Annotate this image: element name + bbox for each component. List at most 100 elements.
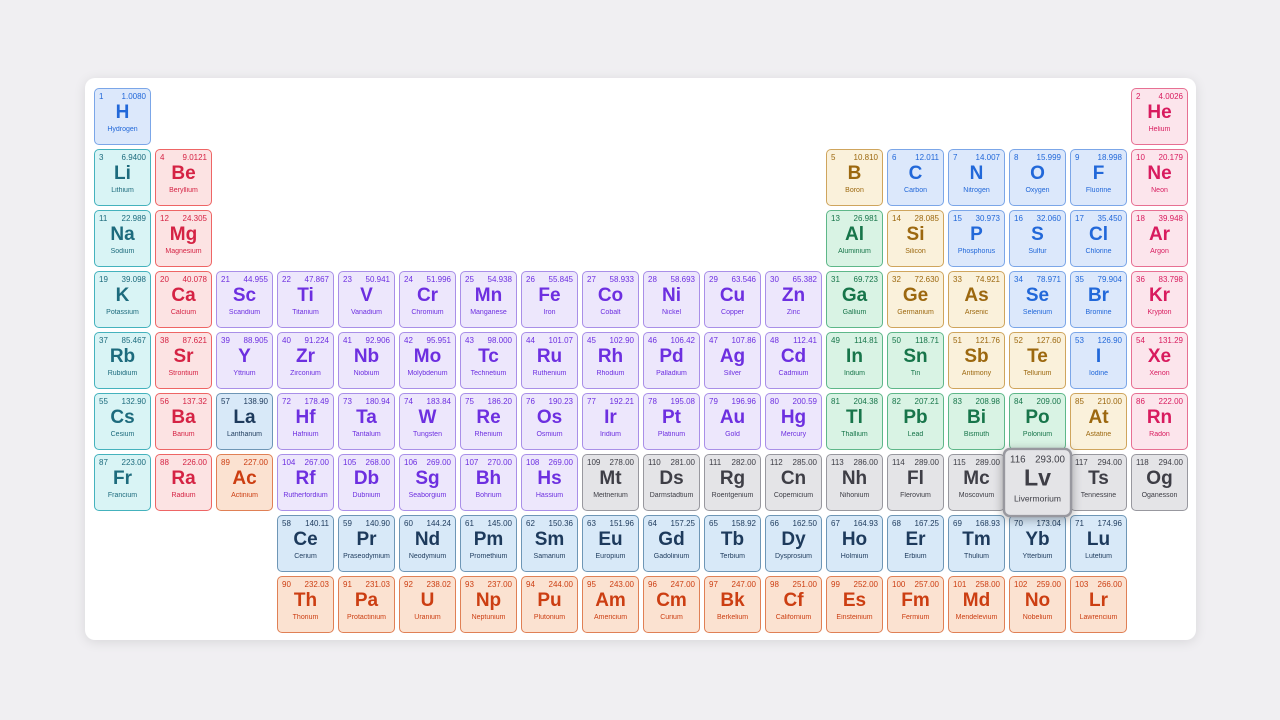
element-cell-ge[interactable]: 3272.630GeGermanium bbox=[887, 271, 944, 328]
element-cell-al[interactable]: 1326.981AlAluminium bbox=[826, 210, 883, 267]
element-cell-n[interactable]: 714.007NNitrogen bbox=[948, 149, 1005, 206]
element-cell-re[interactable]: 75186.20ReRhenium bbox=[460, 393, 517, 450]
element-cell-mo[interactable]: 4295.951MoMolybdenum bbox=[399, 332, 456, 389]
element-cell-og[interactable]: 118294.00OgOganesson bbox=[1131, 454, 1188, 511]
element-cell-mn[interactable]: 2554.938MnManganese bbox=[460, 271, 517, 328]
element-cell-rn[interactable]: 86222.00RnRadon bbox=[1131, 393, 1188, 450]
element-cell-hs[interactable]: 108269.00HsHassium bbox=[521, 454, 578, 511]
element-cell-es[interactable]: 99252.00EsEinsteinium bbox=[826, 576, 883, 633]
element-cell-nb[interactable]: 4192.906NbNiobium bbox=[338, 332, 395, 389]
element-cell-ne[interactable]: 1020.179NeNeon bbox=[1131, 149, 1188, 206]
element-cell-hg[interactable]: 80200.59HgMercury bbox=[765, 393, 822, 450]
element-cell-nd[interactable]: 60144.24NdNeodymium bbox=[399, 515, 456, 572]
element-cell-ac[interactable]: 89227.00AcActinium bbox=[216, 454, 273, 511]
element-cell-nh[interactable]: 113286.00NhNihonium bbox=[826, 454, 883, 511]
element-cell-am[interactable]: 95243.00AmAmericium bbox=[582, 576, 639, 633]
element-cell-no[interactable]: 102259.00NoNobelium bbox=[1009, 576, 1066, 633]
element-cell-sm[interactable]: 62150.36SmSamarium bbox=[521, 515, 578, 572]
element-cell-hf[interactable]: 72178.49HfHafnium bbox=[277, 393, 334, 450]
element-cell-os[interactable]: 76190.23OsOsmium bbox=[521, 393, 578, 450]
element-cell-s[interactable]: 1632.060SSulfur bbox=[1009, 210, 1066, 267]
element-cell-ho[interactable]: 67164.93HoHolmium bbox=[826, 515, 883, 572]
element-cell-rb[interactable]: 3785.467RbRubidium bbox=[94, 332, 151, 389]
element-cell-kr[interactable]: 3683.798KrKrypton bbox=[1131, 271, 1188, 328]
element-cell-zn[interactable]: 3065.382ZnZinc bbox=[765, 271, 822, 328]
element-cell-dy[interactable]: 66162.50DyDysprosium bbox=[765, 515, 822, 572]
element-cell-lv[interactable]: 116293.00LvLivermorium bbox=[1003, 448, 1073, 518]
element-cell-ga[interactable]: 3169.723GaGallium bbox=[826, 271, 883, 328]
element-cell-cr[interactable]: 2451.996CrChromium bbox=[399, 271, 456, 328]
element-cell-pa[interactable]: 91231.03PaProtactinium bbox=[338, 576, 395, 633]
element-cell-ni[interactable]: 2858.693NiNickel bbox=[643, 271, 700, 328]
element-cell-pd[interactable]: 46106.42PdPalladium bbox=[643, 332, 700, 389]
element-cell-tl[interactable]: 81204.38TlThallium bbox=[826, 393, 883, 450]
element-cell-cn[interactable]: 112285.00CnCopernicium bbox=[765, 454, 822, 511]
element-cell-mt[interactable]: 109278.00MtMeitnerium bbox=[582, 454, 639, 511]
element-cell-pt[interactable]: 78195.08PtPlatinum bbox=[643, 393, 700, 450]
element-cell-he[interactable]: 24.0026HeHelium bbox=[1131, 88, 1188, 145]
element-cell-ba[interactable]: 56137.32BaBarium bbox=[155, 393, 212, 450]
element-cell-md[interactable]: 101258.00MdMendelevium bbox=[948, 576, 1005, 633]
element-cell-eu[interactable]: 63151.96EuEuropium bbox=[582, 515, 639, 572]
element-cell-bi[interactable]: 83208.98BiBismuth bbox=[948, 393, 1005, 450]
element-cell-bh[interactable]: 107270.00BhBohrium bbox=[460, 454, 517, 511]
element-cell-be[interactable]: 49.0121BeBeryllium bbox=[155, 149, 212, 206]
element-cell-pu[interactable]: 94244.00PuPlutonium bbox=[521, 576, 578, 633]
element-cell-er[interactable]: 68167.25ErErbium bbox=[887, 515, 944, 572]
element-cell-lu[interactable]: 71174.96LuLutetium bbox=[1070, 515, 1127, 572]
element-cell-th[interactable]: 90232.03ThThorium bbox=[277, 576, 334, 633]
element-cell-yb[interactable]: 70173.04YbYtterbium bbox=[1009, 515, 1066, 572]
element-cell-rf[interactable]: 104267.00RfRutherfordium bbox=[277, 454, 334, 511]
element-cell-ds[interactable]: 110281.00DsDarmstadtium bbox=[643, 454, 700, 511]
element-cell-cm[interactable]: 96247.00CmCurium bbox=[643, 576, 700, 633]
element-cell-cs[interactable]: 55132.90CsCesium bbox=[94, 393, 151, 450]
element-cell-si[interactable]: 1428.085SiSilicon bbox=[887, 210, 944, 267]
element-cell-sb[interactable]: 51121.76SbAntimony bbox=[948, 332, 1005, 389]
element-cell-c[interactable]: 612.011CCarbon bbox=[887, 149, 944, 206]
element-cell-tm[interactable]: 69168.93TmThulium bbox=[948, 515, 1005, 572]
element-cell-cl[interactable]: 1735.450ClChlorine bbox=[1070, 210, 1127, 267]
element-cell-au[interactable]: 79196.96AuGold bbox=[704, 393, 761, 450]
element-cell-ca[interactable]: 2040.078CaCalcium bbox=[155, 271, 212, 328]
element-cell-gd[interactable]: 64157.25GdGadolinium bbox=[643, 515, 700, 572]
element-cell-w[interactable]: 74183.84WTungsten bbox=[399, 393, 456, 450]
element-cell-co[interactable]: 2758.933CoCobalt bbox=[582, 271, 639, 328]
element-cell-pb[interactable]: 82207.21PbLead bbox=[887, 393, 944, 450]
element-cell-p[interactable]: 1530.973PPhosphorus bbox=[948, 210, 1005, 267]
element-cell-xe[interactable]: 54131.29XeXenon bbox=[1131, 332, 1188, 389]
element-cell-h[interactable]: 11.0080HHydrogen bbox=[94, 88, 151, 145]
element-cell-db[interactable]: 105268.00DbDubnium bbox=[338, 454, 395, 511]
element-cell-zr[interactable]: 4091.224ZrZirconium bbox=[277, 332, 334, 389]
element-cell-ti[interactable]: 2247.867TiTitanium bbox=[277, 271, 334, 328]
element-cell-fl[interactable]: 114289.00FlFlerovium bbox=[887, 454, 944, 511]
element-cell-se[interactable]: 3478.971SeSelenium bbox=[1009, 271, 1066, 328]
element-cell-f[interactable]: 918.998FFluorine bbox=[1070, 149, 1127, 206]
element-cell-mc[interactable]: 115289.00McMoscovium bbox=[948, 454, 1005, 511]
element-cell-ir[interactable]: 77192.21IrIridium bbox=[582, 393, 639, 450]
element-cell-cu[interactable]: 2963.546CuCopper bbox=[704, 271, 761, 328]
element-cell-lr[interactable]: 103266.00LrLawrencium bbox=[1070, 576, 1127, 633]
element-cell-sn[interactable]: 50118.71SnTin bbox=[887, 332, 944, 389]
element-cell-sc[interactable]: 2144.955ScScandium bbox=[216, 271, 273, 328]
element-cell-k[interactable]: 1939.098KPotassium bbox=[94, 271, 151, 328]
element-cell-o[interactable]: 815.999OOxygen bbox=[1009, 149, 1066, 206]
element-cell-cd[interactable]: 48112.41CdCadmium bbox=[765, 332, 822, 389]
element-cell-ce[interactable]: 58140.11CeCerium bbox=[277, 515, 334, 572]
element-cell-ta[interactable]: 73180.94TaTantalum bbox=[338, 393, 395, 450]
element-cell-po[interactable]: 84209.00PoPolonium bbox=[1009, 393, 1066, 450]
element-cell-fm[interactable]: 100257.00FmFermium bbox=[887, 576, 944, 633]
element-cell-ar[interactable]: 1839.948ArArgon bbox=[1131, 210, 1188, 267]
element-cell-br[interactable]: 3579.904BrBromine bbox=[1070, 271, 1127, 328]
element-cell-np[interactable]: 93237.00NpNeptunium bbox=[460, 576, 517, 633]
element-cell-i[interactable]: 53126.90IIodine bbox=[1070, 332, 1127, 389]
element-cell-la[interactable]: 57138.90LaLanthanum bbox=[216, 393, 273, 450]
element-cell-cf[interactable]: 98251.00CfCalifornium bbox=[765, 576, 822, 633]
element-cell-pm[interactable]: 61145.00PmPromethium bbox=[460, 515, 517, 572]
element-cell-li[interactable]: 36.9400LiLithium bbox=[94, 149, 151, 206]
element-cell-as[interactable]: 3374.921AsArsenic bbox=[948, 271, 1005, 328]
element-cell-ru[interactable]: 44101.07RuRuthenium bbox=[521, 332, 578, 389]
element-cell-sg[interactable]: 106269.00SgSeaborgium bbox=[399, 454, 456, 511]
element-cell-sr[interactable]: 3887.621SrStrontium bbox=[155, 332, 212, 389]
element-cell-ts[interactable]: 117294.00TsTennessine bbox=[1070, 454, 1127, 511]
element-cell-v[interactable]: 2350.941VVanadium bbox=[338, 271, 395, 328]
